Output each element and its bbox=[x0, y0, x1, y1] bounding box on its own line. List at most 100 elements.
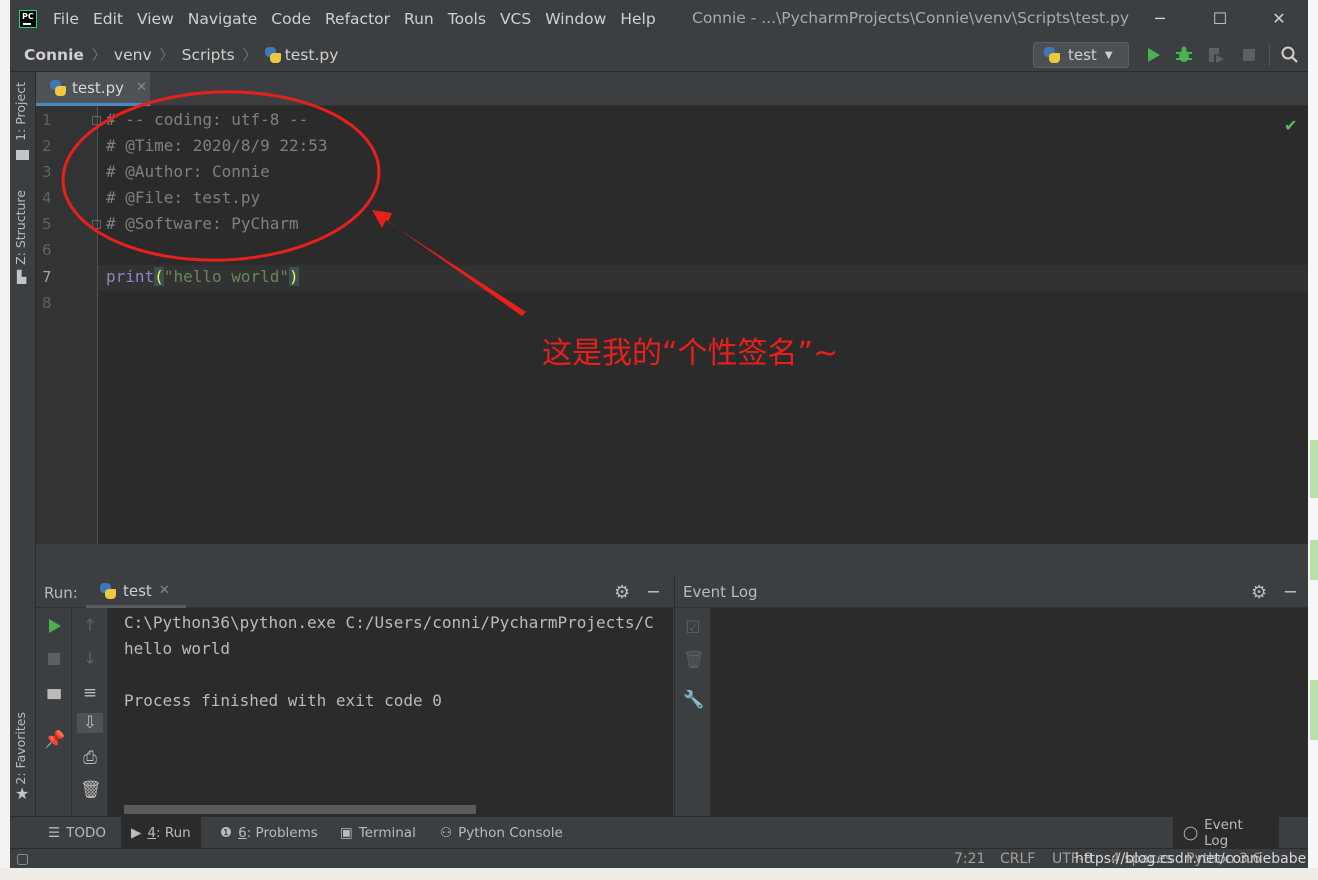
hide-panel-icon[interactable]: ─ bbox=[1285, 582, 1296, 603]
tool-tab-favorites[interactable]: 2: Favorites bbox=[13, 712, 28, 785]
layout-icon[interactable]: ▢ bbox=[16, 851, 29, 867]
menu-file[interactable]: File bbox=[53, 10, 79, 28]
tool-tab-label: 6: Problems bbox=[238, 825, 318, 841]
up-arrow-icon[interactable]: ↑ bbox=[80, 616, 100, 636]
code-line: # -- coding: utf-8 -- bbox=[106, 110, 309, 129]
open-paren: ( bbox=[154, 267, 164, 286]
layout-icon[interactable]: ▀ bbox=[44, 690, 64, 710]
folder-icon bbox=[16, 150, 29, 160]
down-arrow-icon[interactable]: ↓ bbox=[80, 649, 100, 669]
close-tab-icon[interactable]: ✕ bbox=[136, 80, 147, 95]
line-number: 4 bbox=[42, 189, 52, 207]
tool-tab-label: Event Log bbox=[1204, 817, 1243, 849]
tool-tab-terminal[interactable]: ▣ Terminal bbox=[330, 817, 426, 849]
run-tab-label: test bbox=[123, 581, 152, 600]
left-tool-strip: 1: Project Z: Structure ▙ 2: Favorites ★ bbox=[10, 72, 36, 816]
tool-tab-project[interactable]: 1: Project bbox=[13, 82, 28, 141]
code-editor[interactable]: 1 2 3 4 5 6 7 8 # -- coding: utf-8 -- # … bbox=[36, 106, 1308, 544]
run-tab-test[interactable]: test ✕ bbox=[86, 576, 186, 608]
breadcrumb-project[interactable]: Connie bbox=[24, 46, 84, 64]
close-tab-icon[interactable]: ✕ bbox=[159, 583, 170, 598]
window-title: Connie - ...\PycharmProjects\Connie\venv… bbox=[692, 9, 1130, 27]
stop-icon[interactable] bbox=[44, 649, 64, 669]
debug-icon[interactable] bbox=[1174, 45, 1194, 65]
builtin-print: print bbox=[106, 267, 155, 286]
tool-tab-todo[interactable]: ☰ TODO bbox=[38, 817, 116, 849]
line-number: 7 bbox=[42, 268, 52, 286]
tool-tab-label: Python Console bbox=[458, 825, 563, 841]
menu-edit[interactable]: Edit bbox=[93, 10, 123, 28]
menu-refactor[interactable]: Refactor bbox=[325, 10, 390, 28]
chevron-right-icon: 〉 bbox=[91, 47, 106, 64]
python-file-icon bbox=[50, 79, 66, 96]
tool-tab-structure[interactable]: Z: Structure bbox=[13, 190, 28, 265]
rerun-icon[interactable] bbox=[44, 616, 64, 636]
maximize-icon[interactable]: ☐ bbox=[1208, 8, 1232, 30]
scroll-to-end-icon[interactable]: ⇩ bbox=[77, 713, 103, 733]
trash-icon[interactable]: 🗑 bbox=[80, 780, 102, 800]
run-console[interactable]: ▀ 📌 ↑ ↓ ≡ ⇩ ⎙ 🗑 C:\Python36\python.exe C… bbox=[36, 608, 673, 816]
line-number: 1 bbox=[42, 111, 52, 129]
minimize-icon[interactable]: ─ bbox=[1148, 8, 1172, 30]
breadcrumb-scripts[interactable]: Scripts bbox=[182, 46, 235, 64]
gear-icon[interactable]: ⚙ bbox=[1251, 582, 1267, 603]
menu-vcs[interactable]: VCS bbox=[500, 10, 531, 28]
menu-run[interactable]: Run bbox=[404, 10, 434, 28]
tool-tab-python-console[interactable]: ⚇ Python Console bbox=[430, 817, 573, 849]
chevron-right-icon: 〉 bbox=[159, 47, 174, 64]
gear-icon[interactable]: ⚙ bbox=[614, 582, 630, 603]
string-literal: "hello world" bbox=[163, 267, 290, 286]
breadcrumb-file[interactable]: test.py bbox=[285, 46, 339, 64]
close-icon[interactable]: ✕ bbox=[1267, 8, 1291, 30]
event-log-toolbar: ☑ 🗑 🔧 bbox=[675, 608, 711, 816]
horizontal-scrollbar[interactable] bbox=[124, 805, 476, 814]
trash-icon[interactable]: 🗑 bbox=[683, 650, 705, 670]
search-icon[interactable] bbox=[1280, 45, 1300, 65]
soft-wrap-icon[interactable]: ≡ bbox=[80, 683, 100, 703]
run-configuration-label: test bbox=[1068, 46, 1097, 64]
python-icon bbox=[1044, 47, 1060, 63]
coverage-icon[interactable] bbox=[1206, 45, 1226, 65]
stop-icon[interactable] bbox=[1239, 45, 1259, 65]
breadcrumb-venv[interactable]: venv bbox=[114, 46, 152, 64]
event-log-title: Event Log bbox=[683, 583, 758, 601]
menu-view[interactable]: View bbox=[137, 10, 174, 28]
menu-help[interactable]: Help bbox=[620, 10, 655, 28]
event-log-body[interactable]: ☑ 🗑 🔧 bbox=[674, 608, 1308, 816]
tool-tab-label: Terminal bbox=[358, 825, 416, 841]
tool-window-bar: ☰ TODO ▶ 4: Run ❶ 6: Problems ▣ Terminal… bbox=[10, 816, 1308, 849]
run-configuration-select[interactable]: test ▼ bbox=[1033, 42, 1129, 68]
chevron-down-icon: ▼ bbox=[1104, 49, 1113, 61]
mark-read-icon[interactable]: ☑ bbox=[683, 618, 703, 638]
caret-position[interactable]: 7:21 bbox=[954, 851, 985, 867]
editor-tab-test-py[interactable]: test.py ✕ bbox=[36, 72, 150, 106]
menu-code[interactable]: Code bbox=[271, 10, 311, 28]
run-toolbar-primary: ▀ 📌 bbox=[36, 608, 72, 816]
hide-panel-icon[interactable]: ─ bbox=[648, 582, 659, 603]
python-icon bbox=[100, 582, 116, 599]
run-icon[interactable] bbox=[1143, 45, 1163, 65]
list-icon: ☰ bbox=[48, 825, 61, 841]
code-line: # @Software: PyCharm bbox=[106, 214, 299, 233]
run-icon: ▶ bbox=[131, 825, 142, 841]
background-window-left bbox=[0, 0, 10, 880]
menu-window[interactable]: Window bbox=[545, 10, 606, 28]
pin-icon[interactable]: 📌 bbox=[44, 730, 65, 750]
wrench-icon[interactable]: 🔧 bbox=[683, 690, 704, 710]
line-number: 3 bbox=[42, 163, 52, 181]
line-number: 5 bbox=[42, 215, 52, 233]
menu-bar: PC File Edit View Navigate Code Refactor… bbox=[10, 0, 1308, 38]
line-number: 6 bbox=[42, 241, 52, 259]
navigation-bar: Connie 〉 venv 〉 Scripts 〉 test.py test ▼ bbox=[10, 38, 1308, 72]
pycharm-window: PC File Edit View Navigate Code Refactor… bbox=[10, 0, 1308, 868]
line-separator[interactable]: CRLF bbox=[1000, 851, 1035, 867]
tool-tab-event-log[interactable]: ◯ Event Log bbox=[1173, 817, 1279, 849]
tool-tab-run[interactable]: ▶ 4: Run bbox=[121, 817, 201, 849]
tool-tab-problems[interactable]: ❶ 6: Problems bbox=[210, 817, 328, 849]
print-icon[interactable]: ⎙ bbox=[80, 748, 100, 768]
problems-icon: ❶ bbox=[220, 825, 233, 841]
menu-navigate[interactable]: Navigate bbox=[188, 10, 258, 28]
line-number: 8 bbox=[42, 294, 52, 312]
menu-tools[interactable]: Tools bbox=[448, 10, 486, 28]
editor-bottom-gap bbox=[36, 544, 1308, 576]
